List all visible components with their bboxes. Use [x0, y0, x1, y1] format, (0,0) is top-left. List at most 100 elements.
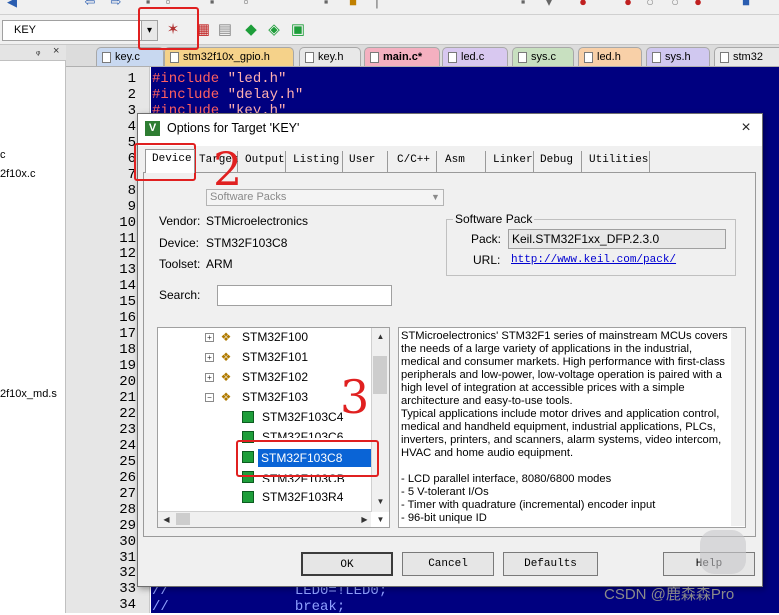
open-icon[interactable]: ■ [345, 0, 361, 10]
tab-device[interactable]: Device [145, 149, 195, 173]
project-file-fragment[interactable]: 2f10x_md.s [0, 388, 57, 400]
indent-icon[interactable]: ▪ [318, 0, 334, 10]
search-input[interactable] [217, 285, 392, 306]
file-icon [370, 52, 379, 63]
tree-item-stm32f103c4[interactable]: STM32F103C4 [262, 408, 343, 426]
tab-sys-h[interactable]: sys.h [646, 47, 710, 66]
line-number: 28 [119, 501, 136, 518]
code-string: "led.h" [227, 71, 287, 87]
collapse-icon[interactable]: − [205, 393, 214, 402]
defaults-button[interactable]: Defaults [503, 552, 598, 576]
ok-button[interactable]: OK [301, 552, 393, 576]
chip-icon [242, 411, 254, 423]
target-select[interactable]: KEY [2, 20, 142, 41]
scroll-thumb[interactable] [176, 513, 190, 525]
chevron-down-icon[interactable]: ▼ [428, 190, 443, 205]
forward-icon[interactable]: ⇨ [108, 0, 124, 10]
tab-led-h[interactable]: led.h [578, 47, 642, 66]
cancel-button[interactable]: Cancel [402, 552, 494, 576]
tab-linker[interactable]: Linker [490, 151, 534, 172]
toolset-label: Toolset: [159, 257, 201, 271]
tree-item-stm32f101[interactable]: STM32F101 [242, 348, 308, 366]
tab-key-c[interactable]: key.c [96, 47, 164, 66]
project-file-fragment[interactable]: 2f10x.c [0, 168, 35, 180]
pack-url-link[interactable]: http://www.keil.com/pack/ [511, 254, 676, 266]
breakpoint-icon[interactable]: ● [620, 0, 636, 10]
tree-item-stm32f100[interactable]: STM32F100 [242, 328, 308, 346]
annotation-step-2: 2 [213, 142, 243, 196]
batch-build-icon[interactable]: ▤ [215, 19, 235, 41]
line-number: 16 [119, 310, 136, 327]
run-time-icon[interactable]: ▣ [288, 19, 308, 41]
description-scrollbar[interactable] [731, 328, 745, 526]
line-number: 7 [127, 166, 136, 183]
scroll-left-icon[interactable]: ◀ [160, 513, 173, 526]
line-number: 17 [119, 326, 136, 343]
device-label: Device: [159, 236, 200, 250]
tab-stm32[interactable]: stm32 [714, 47, 779, 66]
description-paragraph: Typical applications include motor drive… [401, 408, 722, 459]
code-line[interactable]: #include "delay.h" [152, 87, 303, 103]
tree-item-stm32f103r4[interactable]: STM32F103R4 [262, 488, 343, 506]
back-icon[interactable]: ⇦ [82, 0, 98, 10]
line-number: 6 [127, 150, 136, 167]
tree-item-stm32f103[interactable]: STM32F103 [242, 388, 308, 406]
tab-stm32f10x-gpio-h[interactable]: stm32f10x_gpio.h [164, 47, 294, 66]
scroll-down-icon[interactable]: ▼ [374, 495, 387, 508]
line-number: 18 [119, 342, 136, 359]
find-icon[interactable]: ▪ [204, 0, 220, 10]
tab-output[interactable]: Output [242, 151, 286, 172]
file-icon [102, 52, 111, 63]
scroll-up-icon[interactable]: ▲ [374, 330, 387, 343]
arrow-icon[interactable]: ▾ [541, 0, 557, 10]
tab-key-h[interactable]: key.h [299, 47, 361, 66]
tab-user[interactable]: User [346, 151, 388, 172]
device-family-icon: ❖ [220, 390, 232, 404]
clear-icon[interactable]: ○ [667, 0, 683, 10]
tab-label: sys.c [531, 51, 557, 63]
tab-label: stm32 [733, 51, 763, 63]
line-number: 22 [119, 405, 136, 422]
tab-listing[interactable]: Listing [290, 151, 343, 172]
close-icon[interactable]: × [53, 44, 59, 59]
tab-label: key.c [115, 51, 140, 63]
tab-main-c[interactable]: main.c* [364, 47, 440, 66]
project-file-fragment[interactable]: c [0, 149, 6, 161]
code-line[interactable]: #include "key.h" [152, 103, 286, 113]
line-number: 21 [119, 390, 136, 406]
manage-run-time-icon[interactable]: ◈ [264, 19, 284, 41]
code-keyword: #include [152, 71, 220, 87]
select-packs-icon[interactable]: ◆ [241, 19, 261, 41]
line-number: 8 [127, 182, 136, 199]
settings-icon[interactable]: ● [690, 0, 706, 10]
pack-field: Keil.STM32F1xx_DFP.2.3.0 [508, 229, 726, 249]
undo-icon[interactable]: ◀ [4, 0, 20, 10]
pin-icon[interactable]: ᵩ [36, 45, 40, 59]
scroll-thumb[interactable] [373, 356, 387, 394]
tab-utilities[interactable]: Utilities [586, 151, 650, 172]
window-icon[interactable]: ▪ [515, 0, 531, 10]
line-number: 12 [119, 246, 136, 263]
expand-icon[interactable]: + [205, 373, 214, 382]
tab-sys-c[interactable]: sys.c [512, 47, 574, 66]
code-line[interactable]: #include "led.h" [152, 71, 286, 87]
tab-led-c[interactable]: led.c [442, 47, 508, 66]
annotation-step-3: 3 [340, 370, 370, 424]
debug-icon[interactable]: ● [575, 0, 591, 10]
expand-icon[interactable]: + [205, 333, 214, 342]
disable-icon[interactable]: ○ [642, 0, 658, 10]
scroll-down-icon[interactable]: ▼ [374, 513, 387, 526]
scroll-right-icon[interactable]: ▶ [358, 513, 371, 526]
tab-asm[interactable]: Asm [442, 151, 486, 172]
tree-item-stm32f103c6[interactable]: STM32F103C6 [262, 428, 343, 438]
replace-icon[interactable]: ▫ [238, 0, 254, 10]
pack-label: Pack: [471, 232, 502, 246]
view-icon[interactable]: ■ [738, 0, 754, 10]
expand-icon[interactable]: + [205, 353, 214, 362]
tab-c-cpp[interactable]: C/C++ [394, 151, 437, 172]
line-number: 19 [119, 358, 136, 375]
line-number: 32 [119, 565, 136, 582]
tab-debug[interactable]: Debug [537, 151, 582, 172]
tree-item-stm32f102[interactable]: STM32F102 [242, 368, 308, 386]
close-icon[interactable]: × [736, 118, 756, 138]
